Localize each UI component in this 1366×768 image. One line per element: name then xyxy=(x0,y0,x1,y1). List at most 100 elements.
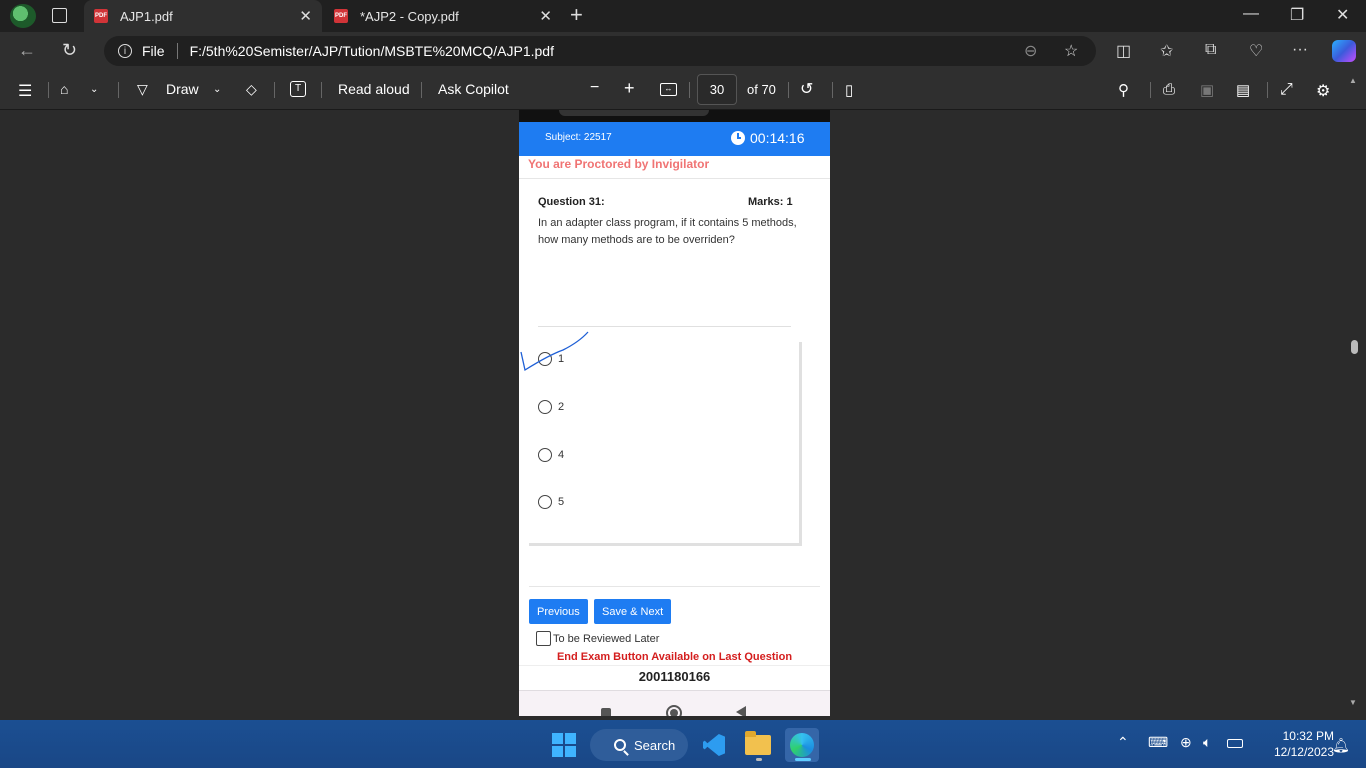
restore-icon[interactable]: ❐ xyxy=(1290,5,1304,25)
divider xyxy=(538,326,791,327)
zoom-out-button[interactable]: − xyxy=(590,79,599,97)
scroll-up-arrow[interactable]: ▲ xyxy=(1349,76,1357,85)
review-label: To be Reviewed Later xyxy=(553,632,660,645)
app-running-indicator xyxy=(756,758,762,761)
highlight-icon[interactable]: ⌂ xyxy=(60,81,68,97)
taskbar-search[interactable]: Search xyxy=(590,729,688,761)
globe-icon[interactable]: ⊕ xyxy=(1180,734,1192,751)
scrollbar-thumb[interactable] xyxy=(1351,340,1358,354)
chevron-down-icon[interactable]: ⌄ xyxy=(90,84,98,95)
exam-header: Subject: 22517 00:14:16 xyxy=(519,122,830,156)
back-icon[interactable]: ← xyxy=(18,40,36,61)
clock-icon xyxy=(731,131,745,145)
speaker-icon[interactable]: 🔈︎ xyxy=(1203,734,1211,751)
read-aloud-button[interactable]: Read aloud xyxy=(338,81,410,97)
taskbar-search-label: Search xyxy=(634,737,676,753)
option-2[interactable]: 2 xyxy=(538,400,564,414)
close-icon[interactable]: ✕ xyxy=(1336,5,1349,25)
review-later-option[interactable]: To be Reviewed Later xyxy=(536,631,659,646)
previous-button[interactable]: Previous xyxy=(529,599,588,624)
url-field[interactable]: i File F:/5th%20Semister/AJP/Tution/MSBT… xyxy=(104,36,1096,66)
collections-icon[interactable]: ⧉ xyxy=(1205,41,1216,59)
fit-page-icon[interactable]: ↔ xyxy=(660,83,677,96)
review-checkbox[interactable] xyxy=(536,631,551,646)
page-total: of 70 xyxy=(747,82,776,97)
battery-icon[interactable] xyxy=(1227,739,1243,748)
toolbar-divider xyxy=(1267,82,1268,98)
save-as-icon[interactable]: ▤ xyxy=(1236,81,1250,99)
toolbar-divider xyxy=(788,82,789,98)
url-scheme: File xyxy=(142,43,165,59)
question-text: In an adapter class program, if it conta… xyxy=(538,217,797,246)
chevron-up-icon[interactable]: ⌃ xyxy=(1117,734,1129,751)
tab-actions-icon[interactable] xyxy=(52,8,67,23)
profile-icon[interactable] xyxy=(10,4,36,28)
chevron-down-icon[interactable]: ⌄ xyxy=(213,84,221,95)
fullscreen-icon[interactable]: ⤢ xyxy=(1280,81,1293,99)
rotate-icon[interactable]: ↺ xyxy=(800,79,813,99)
system-clock[interactable]: 10:32 PM 12/12/2023 xyxy=(1248,728,1334,760)
ask-copilot-button[interactable]: Ask Copilot xyxy=(438,81,509,97)
toolbar-divider xyxy=(48,82,49,98)
phone-status-bar xyxy=(519,110,830,122)
file-explorer-icon[interactable] xyxy=(741,728,775,762)
vscode-icon[interactable] xyxy=(697,728,731,762)
bell-icon[interactable]: 🔔︎ xyxy=(1332,737,1350,754)
clock-date: 12/12/2023 xyxy=(1273,745,1334,759)
contents-icon[interactable]: ☰ xyxy=(18,81,32,101)
draw-icon[interactable]: ▽ xyxy=(137,81,148,98)
end-exam-notice: End Exam Button Available on Last Questi… xyxy=(556,651,793,663)
info-icon[interactable]: i xyxy=(118,44,132,58)
question-number: Question 31: xyxy=(538,196,605,208)
tab-ajp2-copy[interactable]: PDF *AJP2 - Copy.pdf ✕ xyxy=(324,0,562,32)
save-next-button[interactable]: Save & Next xyxy=(594,599,672,624)
save-icon[interactable]: ▣ xyxy=(1200,81,1214,99)
toolbar-divider xyxy=(118,82,119,98)
windows-logo-icon[interactable] xyxy=(552,733,576,757)
close-icon[interactable]: ✕ xyxy=(539,7,552,25)
zoom-in-button[interactable]: + xyxy=(624,78,635,99)
keyboard-icon[interactable]: ⌨ xyxy=(1148,734,1168,751)
pdf-icon: PDF xyxy=(94,9,108,23)
phone-nav-bar xyxy=(519,690,830,716)
taskbar: Search ⌃ ⌨ ⊕ 🔈︎ 10:32 PM 12/12/2023 🔔︎ xyxy=(0,720,1366,768)
option-label: 4 xyxy=(558,449,565,461)
zoom-out-icon[interactable]: ⊖ xyxy=(1024,41,1037,61)
radio-button[interactable] xyxy=(538,495,552,509)
refresh-icon[interactable]: ↻ xyxy=(62,40,77,61)
close-icon[interactable]: ✕ xyxy=(299,7,312,25)
option-4[interactable]: 5 xyxy=(538,495,564,509)
edge-icon[interactable] xyxy=(785,728,819,762)
draw-button[interactable]: Draw xyxy=(166,81,199,97)
page-number-input[interactable]: 30 xyxy=(697,74,737,105)
page-view-icon[interactable]: ▯ xyxy=(845,81,853,99)
radio-button[interactable] xyxy=(538,400,552,414)
pdf-toolbar: ☰ ⌂ ⌄ ▽ Draw ⌄ ◇ T Read aloud Ask Copilo… xyxy=(0,70,1366,110)
split-screen-icon[interactable]: ◫ xyxy=(1116,41,1131,61)
star-icon[interactable]: ☆ xyxy=(1064,41,1078,61)
toolbar-divider xyxy=(689,82,690,98)
performance-icon[interactable]: ♡ xyxy=(1249,41,1263,61)
text-icon[interactable]: T xyxy=(290,81,306,97)
tab-ajp1[interactable]: PDF AJP1.pdf ✕ xyxy=(84,0,322,32)
radio-button[interactable] xyxy=(538,448,552,462)
scroll-down-arrow[interactable]: ▼ xyxy=(1349,698,1357,707)
settings-icon[interactable]: ⚙ xyxy=(1316,81,1330,101)
recent-apps-icon xyxy=(601,708,611,716)
pdf-icon: PDF xyxy=(334,9,348,23)
url-text: F:/5th%20Semister/AJP/Tution/MSBTE%20MCQ… xyxy=(189,43,554,59)
option-label: 2 xyxy=(558,401,565,413)
option-3[interactable]: 4 xyxy=(538,448,564,462)
option-label: 5 xyxy=(558,496,565,508)
favorites-icon[interactable]: ✩ xyxy=(1160,41,1173,61)
search-icon[interactable]: ⚲ xyxy=(1118,81,1129,99)
print-icon[interactable]: ⎙ xyxy=(1163,81,1175,98)
toolbar-divider xyxy=(832,82,833,98)
roll-number: 2001180166 xyxy=(638,669,711,684)
toolbar-divider xyxy=(274,82,275,98)
minimize-icon[interactable]: — xyxy=(1243,5,1259,23)
eraser-icon[interactable]: ◇ xyxy=(246,81,257,98)
plus-icon[interactable]: + xyxy=(570,4,583,26)
copilot-icon[interactable] xyxy=(1332,40,1356,62)
more-icon[interactable]: ··· xyxy=(1292,41,1308,59)
